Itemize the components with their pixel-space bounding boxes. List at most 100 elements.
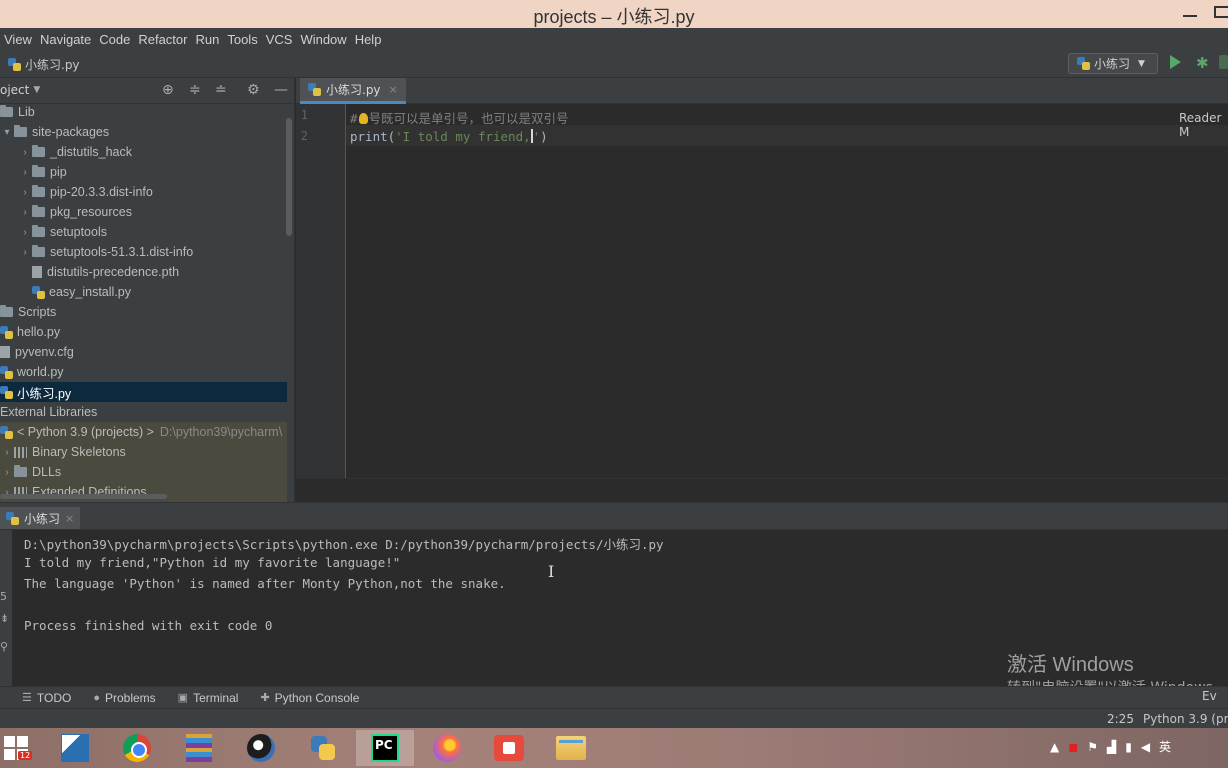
project-view-selector[interactable]: oject ▼	[0, 83, 40, 97]
tree-item[interactable]: › Binary Skeletons	[0, 442, 287, 462]
python-console-label: Python Console	[274, 690, 360, 705]
taskbar-winrar[interactable]	[170, 730, 228, 766]
taskbar-pycharm[interactable]: PC	[356, 730, 414, 766]
volume-icon[interactable]: ◀	[1141, 740, 1150, 754]
gear-icon[interactable]: ⚙	[247, 82, 260, 98]
tree-item[interactable]: › setuptools-51.3.1.dist-info	[0, 242, 287, 262]
breadcrumb[interactable]: 小练习.py	[8, 56, 80, 73]
menu-navigate[interactable]: Navigate	[40, 32, 91, 47]
tree-item[interactable]: › pip-20.3.3.dist-info	[0, 182, 287, 202]
menu-bar: View Navigate Code Refactor Run Tools VC…	[0, 28, 1228, 50]
tray-app-icon[interactable]: ◼	[1068, 740, 1078, 754]
tree-item[interactable]: hello.py	[0, 322, 287, 342]
cursor-position[interactable]: 2:25	[1107, 712, 1134, 726]
menu-view[interactable]: View	[4, 32, 32, 47]
tree-item[interactable]: › Extended Definitions	[0, 482, 287, 502]
run-console[interactable]: D:\python39\pycharm\projects\Scripts\pyt…	[12, 530, 1228, 688]
run-configuration-label: 小练习	[1094, 57, 1131, 71]
folder-icon	[32, 185, 45, 197]
taskbar-firefox[interactable]	[418, 730, 476, 766]
menu-refactor[interactable]: Refactor	[138, 32, 187, 47]
taskbar-recorder[interactable]	[480, 730, 538, 766]
chevron-right-icon[interactable]: ›	[18, 187, 32, 198]
menu-code[interactable]: Code	[99, 32, 130, 47]
flag-icon[interactable]: ⚑	[1087, 740, 1098, 754]
terminal-tool-button[interactable]: ▣ Terminal	[178, 691, 239, 705]
run-configuration-dropdown[interactable]: 小练习 ▼	[1068, 53, 1158, 74]
tree-item[interactable]: world.py	[0, 362, 287, 382]
activation-watermark: 激活 Windows 转到"电脑设置"以激活 Windows。	[1007, 648, 1228, 688]
chevron-right-icon[interactable]: ›	[18, 227, 32, 238]
coverage-icon[interactable]	[1219, 55, 1228, 69]
horizontal-scrollbar[interactable]	[0, 494, 167, 499]
tree-item[interactable]: < Python 3.9 (projects) > D:\python39\pyc…	[0, 422, 287, 442]
minimize-button[interactable]	[1183, 15, 1197, 17]
tree-item[interactable]: ▾ site-packages	[0, 122, 287, 142]
chevron-up-icon[interactable]: ▲	[1050, 740, 1059, 754]
ime-indicator[interactable]: 英	[1159, 738, 1171, 755]
tree-item[interactable]: › pip	[0, 162, 287, 182]
tree-item[interactable]: External Libraries	[0, 402, 287, 422]
expand-all-icon[interactable]: ≑	[189, 82, 201, 98]
reader-mode-button[interactable]: Reader M	[1179, 111, 1228, 139]
taskbar-explorer[interactable]	[542, 730, 600, 766]
tree-item[interactable]: › DLLs	[0, 462, 287, 482]
tree-item[interactable]: distutils-precedence.pth	[0, 262, 287, 282]
code-editor[interactable]: # 号既可以是单引号，也可以是双引号 print('I told my frien…	[346, 104, 1228, 478]
todo-label: TODO	[36, 690, 72, 705]
run-tab[interactable]: 小练习 ×	[0, 507, 81, 529]
chevron-right-icon[interactable]: ›	[0, 447, 14, 458]
menu-run[interactable]: Run	[195, 32, 219, 47]
soft-wrap-icon[interactable]: ⇟	[0, 612, 9, 625]
tree-item[interactable]: › _distutils_hack	[0, 142, 287, 162]
tree-item-label: distutils-precedence.pth	[47, 265, 180, 279]
menu-tools[interactable]: Tools	[227, 32, 257, 47]
tree-item[interactable]: Scripts	[0, 302, 287, 322]
folder-icon	[14, 125, 27, 137]
tree-item[interactable]: pyvenv.cfg	[0, 342, 287, 362]
collapse-all-icon[interactable]: ≐	[215, 82, 227, 98]
close-icon[interactable]: ×	[389, 83, 398, 96]
lightbulb-icon[interactable]	[358, 113, 368, 124]
taskbar-chrome[interactable]	[108, 730, 166, 766]
tree-item[interactable]: easy_install.py	[0, 282, 287, 302]
hide-panel-icon[interactable]: —	[274, 82, 288, 98]
network-icon[interactable]: ▟	[1107, 740, 1116, 754]
event-log-button[interactable]: Ev	[1202, 689, 1217, 703]
pin-icon[interactable]: ⚲	[0, 640, 8, 653]
editor-tab-active[interactable]: 小练习.py ×	[300, 78, 406, 104]
vertical-scrollbar[interactable]	[286, 118, 292, 236]
tree-item[interactable]: Lib	[0, 104, 287, 122]
chevron-right-icon[interactable]: ›	[18, 207, 32, 218]
start-button[interactable]: 12	[0, 730, 33, 766]
rerun-icon[interactable]: 5	[0, 590, 7, 603]
tree-item[interactable]: 小练习.py	[0, 382, 287, 402]
taskbar-app-1[interactable]	[46, 730, 104, 766]
mouse-ibeam-icon: I	[548, 562, 555, 581]
close-icon[interactable]: ×	[65, 512, 74, 525]
taskbar-cinema4d[interactable]	[232, 730, 290, 766]
debug-icon[interactable]: ✱	[1196, 54, 1209, 72]
menu-help[interactable]: Help	[355, 32, 382, 47]
taskbar-python[interactable]	[294, 730, 352, 766]
battery-icon[interactable]: ▮	[1125, 740, 1132, 754]
run-tab-label: 小练习	[24, 511, 61, 526]
locate-file-icon[interactable]: ⊕	[162, 82, 174, 98]
todo-tool-button[interactable]: ☰ TODO	[22, 691, 71, 705]
menu-window[interactable]: Window	[300, 32, 346, 47]
event-log-label: Ev	[1202, 689, 1217, 703]
chevron-right-icon[interactable]: ›	[18, 247, 32, 258]
interpreter-selector[interactable]: Python 3.9 (projects)	[1143, 712, 1228, 726]
chart-app-icon	[61, 734, 89, 762]
chevron-down-icon[interactable]: ▾	[0, 127, 14, 138]
menu-vcs[interactable]: VCS	[266, 32, 293, 47]
tree-item[interactable]: › pkg_resources	[0, 202, 287, 222]
chevron-right-icon[interactable]: ›	[0, 467, 14, 478]
maximize-button[interactable]	[1214, 6, 1228, 18]
problems-tool-button[interactable]: ● Problems	[93, 691, 155, 705]
chevron-right-icon[interactable]: ›	[18, 147, 32, 158]
python-console-tool-button[interactable]: ✚ Python Console	[260, 691, 359, 705]
tree-item[interactable]: › setuptools	[0, 222, 287, 242]
run-icon[interactable]	[1170, 55, 1181, 69]
chevron-right-icon[interactable]: ›	[18, 167, 32, 178]
